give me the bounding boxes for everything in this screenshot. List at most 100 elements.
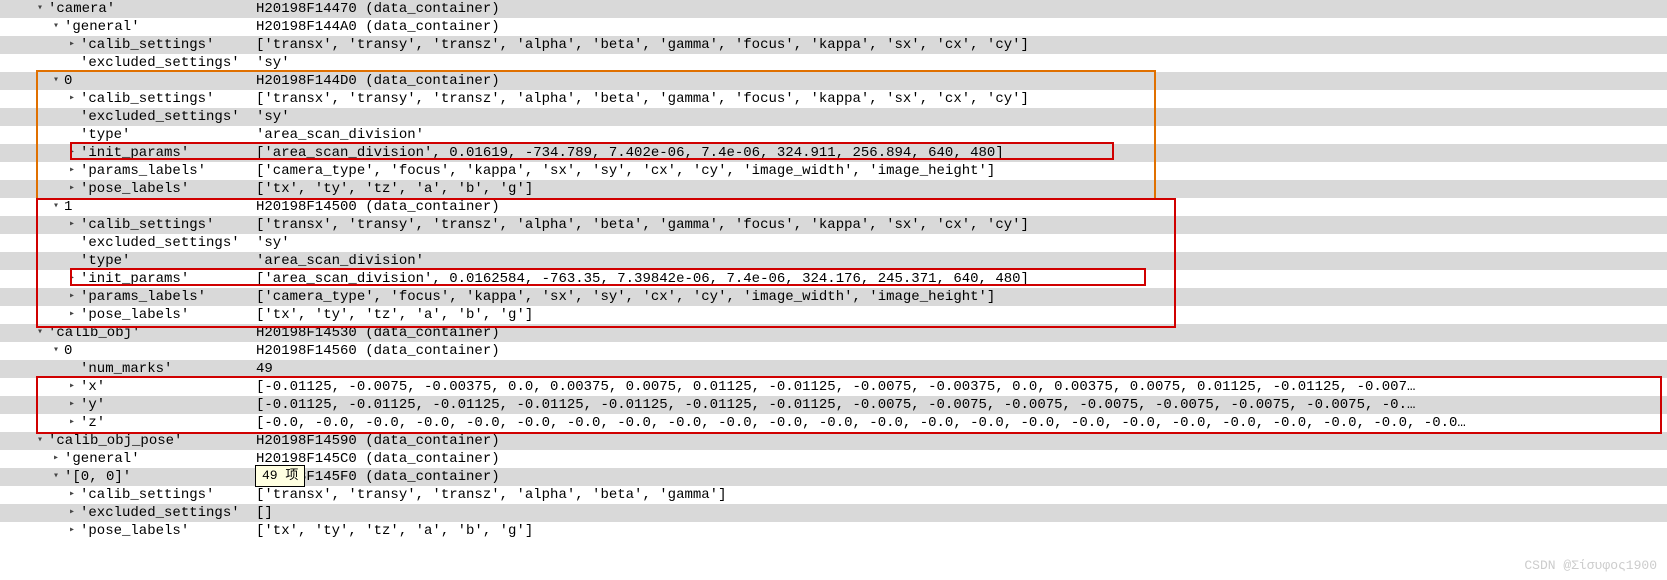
- tree-value: ['transx', 'transy', 'transz', 'alpha', …: [256, 216, 1029, 234]
- collapse-icon[interactable]: ▾: [32, 432, 48, 450]
- expand-icon[interactable]: ▸: [64, 414, 80, 432]
- expand-icon[interactable]: ▸: [64, 522, 80, 540]
- expand-icon[interactable]: ▸: [64, 216, 80, 234]
- expand-icon[interactable]: ▸: [64, 396, 80, 414]
- tree-value: [-0.01125, -0.0075, -0.00375, 0.0, 0.003…: [256, 378, 1415, 396]
- tree-row[interactable]: ▸'params_labels'['camera_type', 'focus',…: [0, 288, 1667, 306]
- tree-key: 0: [64, 342, 256, 360]
- tree-row[interactable]: ▸'calib_settings'['transx', 'transy', 't…: [0, 90, 1667, 108]
- tree-row[interactable]: ▸'general'H20198F145C0 (data_container): [0, 450, 1667, 468]
- tree-value: ['transx', 'transy', 'transz', 'alpha', …: [256, 90, 1029, 108]
- tree-row[interactable]: ▸'calib_settings'['transx', 'transy', 't…: [0, 216, 1667, 234]
- tree-row[interactable]: 'excluded_settings''sy': [0, 54, 1667, 72]
- tree-row[interactable]: ▸'x'[-0.01125, -0.0075, -0.00375, 0.0, 0…: [0, 378, 1667, 396]
- tree-key: 'pose_labels': [80, 306, 256, 324]
- tree-row[interactable]: ▸'z'[-0.0, -0.0, -0.0, -0.0, -0.0, -0.0,…: [0, 414, 1667, 432]
- tree-row[interactable]: ▸'calib_settings'['transx', 'transy', 't…: [0, 486, 1667, 504]
- tree-value: 'area_scan_division': [256, 126, 424, 144]
- tree-key: 'excluded_settings': [80, 234, 256, 252]
- collapse-icon[interactable]: ▾: [32, 0, 48, 18]
- tree-row[interactable]: 'type''area_scan_division': [0, 252, 1667, 270]
- tree-key: 'params_labels': [80, 162, 256, 180]
- tree-row[interactable]: ▾'[0, 0]'H20198F145F0 (data_container): [0, 468, 1667, 486]
- expand-icon[interactable]: ▸: [64, 288, 80, 306]
- expand-icon[interactable]: ▸: [64, 306, 80, 324]
- tree-key: 'calib_settings': [80, 90, 256, 108]
- tree-key: 'excluded_settings': [80, 54, 256, 72]
- tree-value: ['transx', 'transy', 'transz', 'alpha', …: [256, 36, 1029, 54]
- tree-value: H20198F144A0 (data_container): [256, 18, 500, 36]
- tree-row[interactable]: ▸'init_params'['area_scan_division', 0.0…: [0, 270, 1667, 288]
- tree-row[interactable]: ▸'excluded_settings'[]: [0, 504, 1667, 522]
- tree-key: 'init_params': [80, 270, 256, 288]
- tree-key: 'calib_settings': [80, 216, 256, 234]
- tree-row[interactable]: 'type''area_scan_division': [0, 126, 1667, 144]
- expand-icon[interactable]: ▸: [64, 36, 80, 54]
- tree-key: 'excluded_settings': [80, 108, 256, 126]
- tree-row[interactable]: 'excluded_settings''sy': [0, 108, 1667, 126]
- tree-value: ['camera_type', 'focus', 'kappa', 'sx', …: [256, 162, 995, 180]
- tree-row[interactable]: 'excluded_settings''sy': [0, 234, 1667, 252]
- tree-value: ['transx', 'transy', 'transz', 'alpha', …: [256, 486, 726, 504]
- tree-value: ['area_scan_division', 0.01619, -734.789…: [256, 144, 1004, 162]
- tree-row[interactable]: 'num_marks'49: [0, 360, 1667, 378]
- tree-key: 'camera': [48, 0, 256, 18]
- expand-icon[interactable]: ▸: [64, 486, 80, 504]
- tree-value: []: [256, 504, 273, 522]
- watermark: CSDN @Σίσυφος1900: [1524, 557, 1657, 575]
- expand-icon[interactable]: ▸: [64, 144, 80, 162]
- tree-value: 49: [256, 360, 273, 378]
- tree-row[interactable]: ▸'pose_labels'['tx', 'ty', 'tz', 'a', 'b…: [0, 306, 1667, 324]
- tree-row[interactable]: ▸'calib_settings'['transx', 'transy', 't…: [0, 36, 1667, 54]
- tree-value: [-0.0, -0.0, -0.0, -0.0, -0.0, -0.0, -0.…: [256, 414, 1466, 432]
- expand-icon[interactable]: ▸: [64, 270, 80, 288]
- tree-key: 'type': [80, 126, 256, 144]
- tree-row[interactable]: ▸'params_labels'['camera_type', 'focus',…: [0, 162, 1667, 180]
- tree-value: ['tx', 'ty', 'tz', 'a', 'b', 'g']: [256, 306, 533, 324]
- tree-key: 0: [64, 72, 256, 90]
- tree-row[interactable]: ▾1H20198F14500 (data_container): [0, 198, 1667, 216]
- collapse-icon[interactable]: ▾: [48, 72, 64, 90]
- collapse-icon[interactable]: ▾: [48, 198, 64, 216]
- tree-value: H20198F14470 (data_container): [256, 0, 500, 18]
- collapse-icon[interactable]: ▾: [32, 324, 48, 342]
- tree-row[interactable]: ▸'pose_labels'['tx', 'ty', 'tz', 'a', 'b…: [0, 180, 1667, 198]
- tree-value: ['camera_type', 'focus', 'kappa', 'sx', …: [256, 288, 995, 306]
- tree-row[interactable]: ▾0H20198F14560 (data_container): [0, 342, 1667, 360]
- expand-icon[interactable]: ▸: [64, 378, 80, 396]
- tree-key: 'type': [80, 252, 256, 270]
- tree-value: H20198F14500 (data_container): [256, 198, 500, 216]
- tree-row[interactable]: ▾'general'H20198F144A0 (data_container): [0, 18, 1667, 36]
- tree-row[interactable]: ▸'init_params'['area_scan_division', 0.0…: [0, 144, 1667, 162]
- tree-row[interactable]: ▸'pose_labels'['tx', 'ty', 'tz', 'a', 'b…: [0, 522, 1667, 540]
- tree-row[interactable]: ▾'calib_obj'H20198F14530 (data_container…: [0, 324, 1667, 342]
- tree-key: 'params_labels': [80, 288, 256, 306]
- tree-value: 'sy': [256, 54, 290, 72]
- expand-icon[interactable]: ▸: [64, 504, 80, 522]
- tooltip: 49 项: [255, 465, 305, 487]
- expand-icon[interactable]: ▸: [64, 162, 80, 180]
- expand-icon[interactable]: ▸: [64, 180, 80, 198]
- tree-key: 'x': [80, 378, 256, 396]
- tree-key: 'calib_settings': [80, 486, 256, 504]
- tree-key: 'excluded_settings': [80, 504, 256, 522]
- collapse-icon[interactable]: ▾: [48, 18, 64, 36]
- tree-key: 'general': [64, 18, 256, 36]
- tree-key: 'pose_labels': [80, 522, 256, 540]
- tree-value: H20198F144D0 (data_container): [256, 72, 500, 90]
- tree-key: 'num_marks': [80, 360, 256, 378]
- tree-value: ['tx', 'ty', 'tz', 'a', 'b', 'g']: [256, 180, 533, 198]
- tree-key: 'general': [64, 450, 256, 468]
- expand-icon[interactable]: ▸: [64, 90, 80, 108]
- tree-key: 'calib_settings': [80, 36, 256, 54]
- tree-row[interactable]: ▾0H20198F144D0 (data_container): [0, 72, 1667, 90]
- tree-key: 'y': [80, 396, 256, 414]
- collapse-icon[interactable]: ▾: [48, 468, 64, 486]
- tree-row[interactable]: ▾'calib_obj_pose'H20198F14590 (data_cont…: [0, 432, 1667, 450]
- tree-view[interactable]: ▾'camera'H20198F14470 (data_container)▾'…: [0, 0, 1667, 540]
- tree-row[interactable]: ▸'y'[-0.01125, -0.01125, -0.01125, -0.01…: [0, 396, 1667, 414]
- tree-value: 'area_scan_division': [256, 252, 424, 270]
- collapse-icon[interactable]: ▾: [48, 342, 64, 360]
- tree-row[interactable]: ▾'camera'H20198F14470 (data_container): [0, 0, 1667, 18]
- expand-icon[interactable]: ▸: [48, 450, 64, 468]
